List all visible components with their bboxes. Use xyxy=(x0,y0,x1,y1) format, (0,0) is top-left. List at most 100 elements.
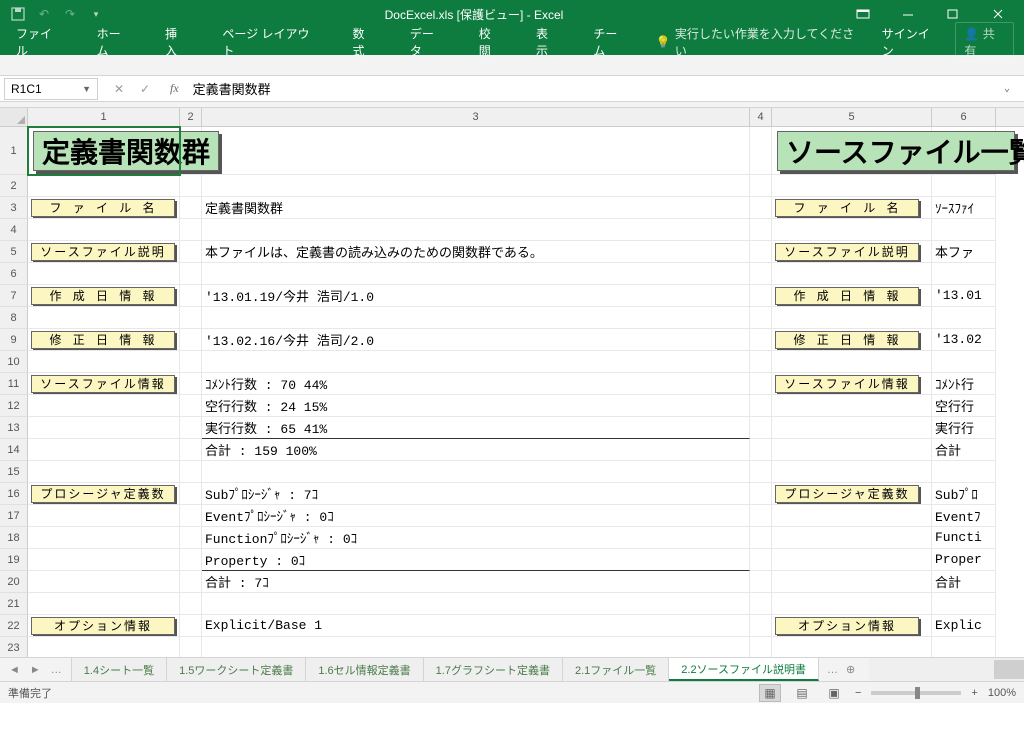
signin-link[interactable]: サインイン xyxy=(882,25,940,59)
cell[interactable] xyxy=(28,219,180,241)
row-header[interactable]: 20 xyxy=(0,571,28,593)
cell[interactable] xyxy=(28,175,180,197)
cell[interactable] xyxy=(772,175,932,197)
row-header[interactable]: 4 xyxy=(0,219,28,241)
cell[interactable]: ソースファイル説明 xyxy=(28,241,180,263)
cell[interactable]: 空行行数 : 24 15% xyxy=(202,395,750,417)
cell[interactable] xyxy=(932,219,996,241)
cell[interactable]: オプション情報 xyxy=(772,615,932,637)
cell[interactable] xyxy=(180,571,202,593)
qat-dropdown-icon[interactable]: ▾ xyxy=(84,2,108,26)
cell[interactable] xyxy=(750,241,772,263)
cell[interactable]: 合計 xyxy=(932,571,996,593)
cell[interactable]: 合計 : 7ｺ xyxy=(202,571,750,593)
cell[interactable] xyxy=(28,351,180,373)
formula-input[interactable]: 定義書関数群⌄ xyxy=(187,79,1024,98)
cell[interactable] xyxy=(750,197,772,219)
cell[interactable]: 合計 : 159 100% xyxy=(202,439,750,461)
cell[interactable]: ｺﾒﾝﾄ行 xyxy=(932,373,996,395)
cell[interactable] xyxy=(932,351,996,373)
cell[interactable] xyxy=(750,637,772,657)
cell[interactable]: フ ァ イ ル 名 xyxy=(772,197,932,219)
col-header[interactable]: 1 xyxy=(28,108,180,126)
cell[interactable] xyxy=(180,461,202,483)
cell[interactable] xyxy=(750,505,772,527)
cell[interactable]: Subﾌﾟﾛ xyxy=(932,483,996,505)
cell[interactable] xyxy=(750,549,772,571)
row-header[interactable]: 10 xyxy=(0,351,28,373)
row-header[interactable]: 9 xyxy=(0,329,28,351)
tab-pagelayout[interactable]: ページ レイアウト xyxy=(216,21,324,63)
cell[interactable] xyxy=(180,175,202,197)
cell[interactable] xyxy=(180,593,202,615)
save-icon[interactable] xyxy=(6,2,30,26)
sheet-prev-icon[interactable]: ◄ xyxy=(6,664,23,676)
row-header[interactable]: 3 xyxy=(0,197,28,219)
row-header[interactable]: 18 xyxy=(0,527,28,549)
row-header[interactable]: 6 xyxy=(0,263,28,285)
cell[interactable] xyxy=(28,439,180,461)
row-header[interactable]: 22 xyxy=(0,615,28,637)
cell[interactable] xyxy=(772,351,932,373)
zoom-in-icon[interactable]: + xyxy=(971,687,977,699)
sheet-more-icon[interactable]: … xyxy=(48,664,65,676)
cancel-icon[interactable]: ✕ xyxy=(110,82,128,96)
row-header[interactable]: 21 xyxy=(0,593,28,615)
cell[interactable] xyxy=(28,505,180,527)
cell[interactable]: オプション情報 xyxy=(28,615,180,637)
cell[interactable] xyxy=(28,571,180,593)
tab-data[interactable]: データ xyxy=(404,21,451,63)
select-all-corner[interactable] xyxy=(0,108,28,126)
col-header[interactable]: 4 xyxy=(750,108,772,126)
cell[interactable] xyxy=(28,307,180,329)
cell[interactable] xyxy=(180,351,202,373)
cell[interactable]: 作 成 日 情 報 xyxy=(772,285,932,307)
row-header[interactable]: 5 xyxy=(0,241,28,263)
cell[interactable] xyxy=(750,263,772,285)
cell[interactable]: Property : 0ｺ xyxy=(202,549,750,571)
cell[interactable] xyxy=(750,307,772,329)
cell[interactable]: 合計 xyxy=(932,439,996,461)
cell[interactable] xyxy=(750,351,772,373)
cell[interactable] xyxy=(932,175,996,197)
cell[interactable] xyxy=(180,241,202,263)
row-header[interactable]: 16 xyxy=(0,483,28,505)
cell[interactable] xyxy=(28,593,180,615)
cell[interactable] xyxy=(750,593,772,615)
cell[interactable]: '13.01 xyxy=(932,285,996,307)
row-header[interactable]: 1 xyxy=(0,127,28,175)
cell[interactable] xyxy=(180,263,202,285)
cell[interactable] xyxy=(28,527,180,549)
tab-view[interactable]: 表示 xyxy=(530,21,565,63)
row-header[interactable]: 15 xyxy=(0,461,28,483)
cell[interactable] xyxy=(180,373,202,395)
row-header[interactable]: 2 xyxy=(0,175,28,197)
col-header[interactable]: 3 xyxy=(202,108,750,126)
row-header[interactable]: 23 xyxy=(0,637,28,657)
horizontal-scrollbar[interactable] xyxy=(869,658,1024,681)
cell[interactable] xyxy=(28,461,180,483)
cell[interactable]: Explicit/Base 1 xyxy=(202,615,750,637)
enter-icon[interactable]: ✓ xyxy=(136,82,154,96)
chevron-down-icon[interactable]: ▼ xyxy=(82,84,91,94)
sheet-tab[interactable]: 2.1ファイル一覧 xyxy=(563,658,669,681)
cell[interactable] xyxy=(772,417,932,439)
cell[interactable] xyxy=(28,395,180,417)
cell[interactable]: フ ァ イ ル 名 xyxy=(28,197,180,219)
cell[interactable] xyxy=(772,593,932,615)
row-header[interactable]: 8 xyxy=(0,307,28,329)
view-normal-icon[interactable]: ▦ xyxy=(759,684,781,702)
cell[interactable] xyxy=(750,329,772,351)
cell[interactable] xyxy=(750,615,772,637)
col-header[interactable]: 6 xyxy=(932,108,996,126)
cell[interactable]: ソースファイル情報 xyxy=(28,373,180,395)
cell[interactable] xyxy=(932,637,996,657)
cell[interactable] xyxy=(180,637,202,657)
cell[interactable] xyxy=(750,439,772,461)
cell[interactable]: 作 成 日 情 報 xyxy=(28,285,180,307)
sheet-tab[interactable]: 1.6セル情報定義書 xyxy=(306,658,423,681)
sheet-next-icon[interactable]: ► xyxy=(27,664,44,676)
cell[interactable] xyxy=(180,505,202,527)
tab-team[interactable]: チーム xyxy=(587,21,634,63)
view-pagebreak-icon[interactable]: ▣ xyxy=(823,684,845,702)
